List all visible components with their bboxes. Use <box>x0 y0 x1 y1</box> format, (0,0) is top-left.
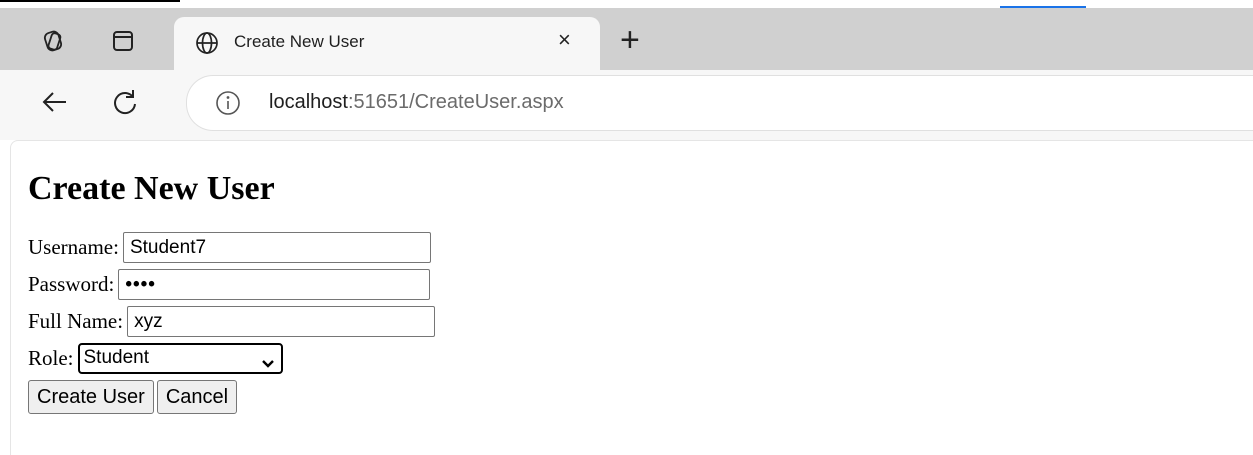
create-user-button[interactable]: Create User <box>28 380 154 414</box>
active-tab[interactable]: Create New User × <box>174 17 600 70</box>
fullname-input[interactable] <box>127 306 436 337</box>
back-arrow-icon[interactable] <box>40 87 70 117</box>
username-input[interactable] <box>122 232 431 263</box>
fullname-label: Full Name: <box>28 309 124 333</box>
address-bar[interactable]: localhost:51651/CreateUser.aspx <box>186 75 1253 131</box>
create-user-form: Create New User Username: Password: Full… <box>28 169 436 417</box>
password-input[interactable] <box>118 269 431 300</box>
page-title: Create New User <box>28 170 275 207</box>
username-label: Username: <box>28 235 119 259</box>
workspaces-icon[interactable] <box>40 28 66 54</box>
close-icon[interactable]: × <box>558 29 571 51</box>
refresh-icon[interactable] <box>110 87 140 117</box>
role-label: Role: <box>28 346 74 370</box>
top-black-bar <box>0 0 180 2</box>
password-label: Password: <box>28 272 115 296</box>
role-select[interactable]: Student <box>77 343 283 377</box>
globe-icon <box>195 31 219 60</box>
new-tab-icon[interactable]: + <box>620 23 640 57</box>
button-row: Create User Cancel <box>28 377 435 417</box>
url-host: localhost <box>269 91 348 113</box>
info-icon[interactable] <box>215 90 241 116</box>
url-path: :51651/CreateUser.aspx <box>347 91 564 113</box>
tab-actions-icon[interactable] <box>110 28 136 54</box>
tab-title: Create New User <box>234 32 365 51</box>
navigation-toolbar: localhost:51651/CreateUser.aspx <box>0 70 1253 140</box>
tab-strip: Create New User × + <box>0 8 1253 70</box>
fullname-row: Full Name: <box>28 303 436 340</box>
password-row: Password: <box>28 266 435 303</box>
chevron-down-icon <box>261 352 275 377</box>
username-row: Username: <box>28 229 435 266</box>
page-content: Create New User Username: Password: Full… <box>10 140 1253 455</box>
role-selected-value: Student <box>83 347 150 368</box>
browser-window: Create New User × + localhost:51651/Crea… <box>0 0 1253 455</box>
url-text: localhost:51651/CreateUser.aspx <box>269 91 564 114</box>
cancel-button[interactable]: Cancel <box>156 380 238 414</box>
role-row: Role: Student <box>28 340 435 377</box>
